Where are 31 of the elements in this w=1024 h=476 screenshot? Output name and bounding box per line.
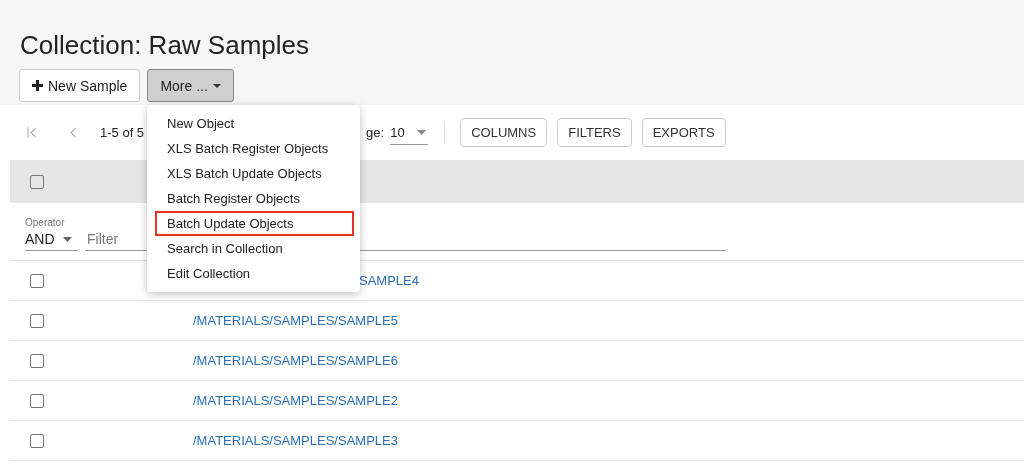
- caret-icon: [62, 236, 72, 242]
- page-size-label: ge:: [366, 125, 385, 140]
- row-checkbox[interactable]: [30, 393, 44, 408]
- select-all-checkbox[interactable]: [30, 174, 44, 189]
- plus-icon: [32, 80, 43, 91]
- sample-link[interactable]: /MATERIALS/SAMPLES/SAMPLE6: [193, 353, 398, 368]
- menu-item[interactable]: XLS Batch Update Objects: [155, 161, 354, 186]
- new-sample-button[interactable]: New Sample: [19, 69, 141, 102]
- row-checkbox[interactable]: [30, 433, 44, 448]
- caret-icon: [212, 83, 221, 88]
- sample-link[interactable]: SAMPLE4: [359, 273, 419, 288]
- page-size-select[interactable]: 10: [390, 120, 429, 145]
- row-checkbox[interactable]: [30, 313, 44, 328]
- toolbar-button[interactable]: EXPORTS: [641, 118, 726, 147]
- menu-item[interactable]: XLS Batch Register Objects: [155, 136, 354, 161]
- sample-link[interactable]: /MATERIALS/SAMPLES/SAMPLE3: [193, 433, 398, 448]
- more-button[interactable]: More ...: [147, 69, 234, 102]
- caret-icon: [416, 129, 426, 135]
- row-checkbox[interactable]: [30, 273, 44, 288]
- menu-item[interactable]: Batch Update Objects: [155, 211, 354, 236]
- operator-select[interactable]: Operator AND: [25, 217, 78, 251]
- page-range: 1-5 of 5: [100, 125, 145, 140]
- menu-item[interactable]: New Object: [155, 111, 354, 136]
- menu-item[interactable]: Batch Register Objects: [155, 186, 354, 211]
- toolbar-button[interactable]: FILTERS: [557, 118, 632, 147]
- sample-link[interactable]: /MATERIALS/SAMPLES/SAMPLE5: [193, 313, 398, 328]
- page-title: Collection: Raw Samples: [20, 30, 310, 60]
- row-checkbox[interactable]: [30, 353, 44, 368]
- menu-item[interactable]: Edit Collection: [155, 261, 354, 286]
- toolbar-button[interactable]: COLUMNS: [460, 118, 548, 147]
- sample-link[interactable]: /MATERIALS/SAMPLES/SAMPLE2: [193, 393, 398, 408]
